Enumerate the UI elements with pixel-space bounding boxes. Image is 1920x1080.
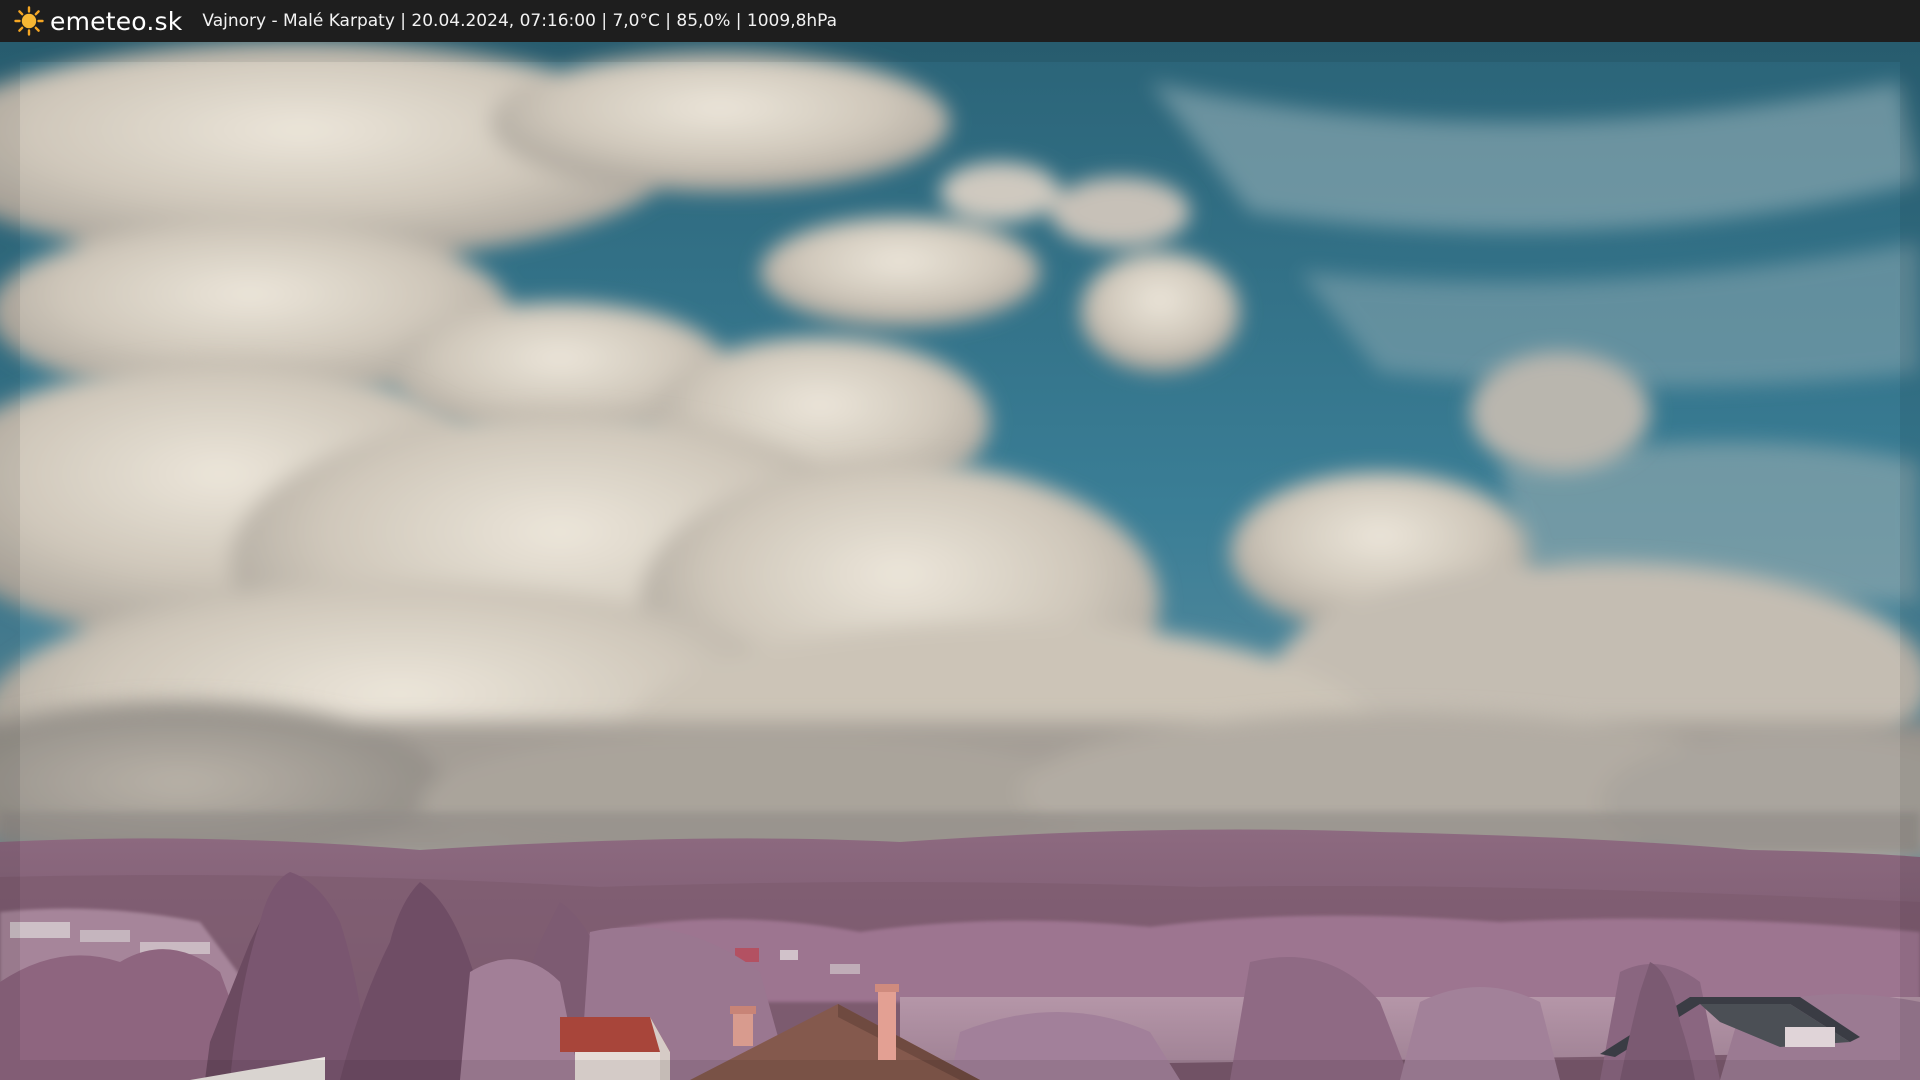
logo[interactable]: emeteo.sk: [14, 0, 182, 42]
webcam-image: [0, 42, 1920, 1080]
sun-icon: [14, 6, 44, 36]
caption-bar: emeteo.sk Vajnory - Malé Karpaty | 20.04…: [0, 0, 1920, 42]
brand-name: emeteo.sk: [50, 6, 183, 36]
station-caption: Vajnory - Malé Karpaty | 20.04.2024, 07:…: [202, 11, 838, 31]
webcam-page: emeteo.sk Vajnory - Malé Karpaty | 20.04…: [0, 0, 1920, 1080]
